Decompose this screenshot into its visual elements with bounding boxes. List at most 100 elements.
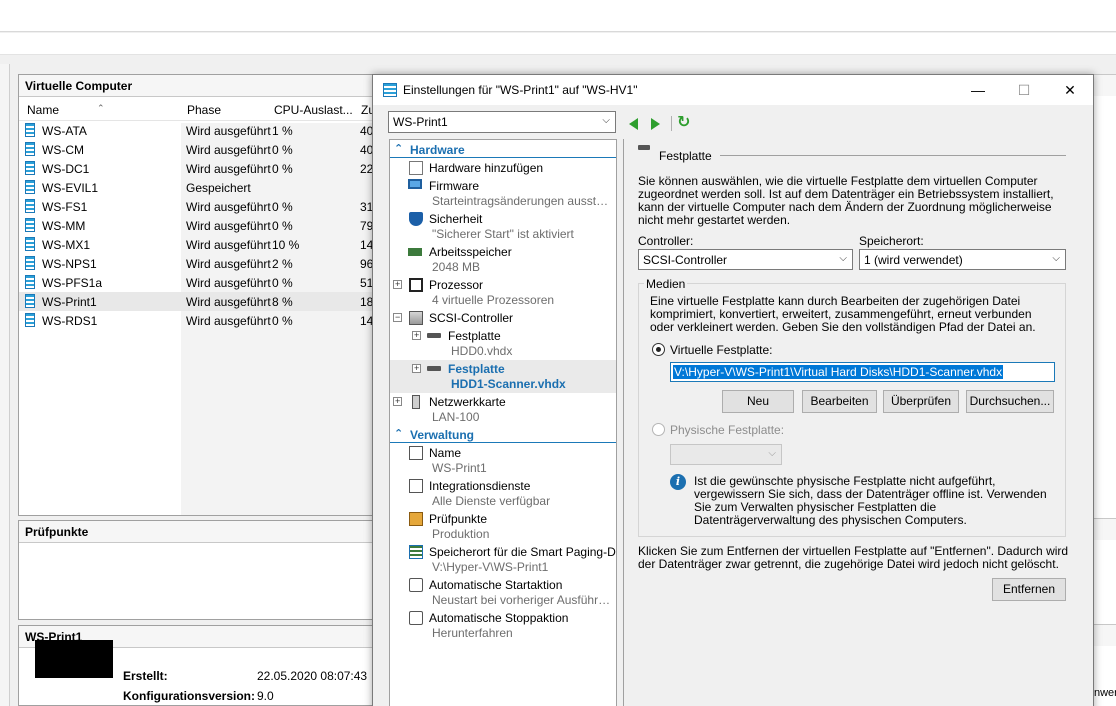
vm-phase: Wird ausgeführt bbox=[186, 162, 271, 176]
chevron-down-icon: ⌵ bbox=[602, 115, 610, 126]
section-title: Festplatte bbox=[659, 149, 712, 163]
col-header-phase[interactable]: Phase bbox=[187, 103, 221, 117]
tree-item-integration-services[interactable]: Integrationsdienste Alle Dienste verfügb… bbox=[390, 477, 616, 510]
expand-plus-icon[interactable]: + bbox=[412, 364, 421, 373]
manager-menu-band bbox=[0, 0, 1116, 32]
media-label: Medien bbox=[644, 277, 688, 291]
vm-panel-title: Virtuelle Computer bbox=[19, 75, 417, 97]
physical-disk-radio[interactable] bbox=[652, 423, 665, 436]
collapse-chevron-icon: ⌃ bbox=[394, 143, 404, 155]
management-section-header[interactable]: ⌃ Verwaltung bbox=[390, 426, 616, 443]
vm-icon bbox=[25, 313, 35, 327]
tree-item-auto-start[interactable]: Automatische Startaktion Neustart bei vo… bbox=[390, 576, 616, 609]
previous-arrow-icon[interactable] bbox=[629, 118, 638, 130]
vm-icon bbox=[25, 123, 35, 137]
memory-icon bbox=[408, 248, 422, 256]
virtual-disk-label: Virtuelle Festplatte: bbox=[670, 343, 773, 357]
smart-paging-icon bbox=[409, 545, 423, 559]
vm-phase: Wird ausgeführt bbox=[186, 295, 271, 309]
vm-icon bbox=[25, 237, 35, 251]
tree-item-hard-drive-0[interactable]: + Festplatte HDD0.vhdx bbox=[390, 327, 616, 360]
hard-drive-icon bbox=[427, 333, 441, 338]
processor-icon bbox=[409, 278, 423, 292]
tree-item-hard-drive-1[interactable]: + Festplatte HDD1-Scanner.vhdx bbox=[390, 360, 616, 393]
tree-item-network-adapter[interactable]: + Netzwerkkarte LAN-100 bbox=[390, 393, 616, 426]
location-select[interactable]: 1 (wird verwendet) ⌵ bbox=[859, 249, 1066, 270]
browse-button[interactable]: Durchsuchen... bbox=[966, 390, 1054, 413]
vm-icon bbox=[25, 294, 35, 308]
vm-row[interactable]: WS-MX1 Wird ausgeführt 10 % 14 bbox=[19, 235, 417, 254]
tree-item-processor[interactable]: + Prozessor 4 virtuelle Prozessoren bbox=[390, 276, 616, 309]
expand-plus-icon[interactable]: + bbox=[393, 280, 402, 289]
section-divider bbox=[720, 155, 1066, 156]
chevron-down-icon: ⌵ bbox=[1052, 253, 1060, 264]
vm-name: WS-MM bbox=[42, 219, 86, 233]
vm-name: WS-DC1 bbox=[42, 162, 90, 176]
tree-item-memory[interactable]: Arbeitsspeicher 2048 MB bbox=[390, 243, 616, 276]
tree-item-name[interactable]: Name WS-Print1 bbox=[390, 444, 616, 477]
tree-item-checkpoints[interactable]: Prüfpunkte Produktion bbox=[390, 510, 616, 543]
config-version-value: 9.0 bbox=[257, 689, 274, 703]
col-header-name[interactable]: Name bbox=[27, 103, 59, 117]
next-arrow-icon[interactable] bbox=[651, 118, 660, 130]
vm-name: WS-RDS1 bbox=[42, 314, 98, 328]
close-button[interactable]: ✕ bbox=[1047, 75, 1093, 105]
vm-row[interactable]: WS-EVIL1 Gespeichert bbox=[19, 178, 417, 197]
vm-cpu: 10 % bbox=[272, 238, 300, 252]
vm-row[interactable]: WS-MM Wird ausgeführt 0 % 79 bbox=[19, 216, 417, 235]
vm-cpu: 0 % bbox=[272, 276, 293, 290]
vm-row[interactable]: WS-RDS1 Wird ausgeführt 0 % 14 bbox=[19, 311, 417, 330]
vm-phase: Wird ausgeführt bbox=[186, 314, 271, 328]
maximize-button[interactable]: ☐ bbox=[1001, 75, 1047, 105]
controller-select[interactable]: SCSI-Controller ⌵ bbox=[638, 249, 853, 270]
vm-row[interactable]: WS-FS1 Wird ausgeführt 0 % 31 bbox=[19, 197, 417, 216]
auto-start-icon bbox=[409, 578, 423, 592]
vm-row[interactable]: WS-DC1 Wird ausgeführt 0 % 22 bbox=[19, 159, 417, 178]
vm-row[interactable]: WS-CM Wird ausgeführt 0 % 40 bbox=[19, 140, 417, 159]
vm-cpu: 0 % bbox=[272, 219, 293, 233]
expand-plus-icon[interactable]: + bbox=[393, 397, 402, 406]
edit-button[interactable]: Bearbeiten bbox=[802, 390, 877, 413]
media-description: Eine virtuelle Festplatte kann durch Bea… bbox=[650, 294, 1036, 334]
vm-cpu: 0 % bbox=[272, 314, 293, 328]
vm-phase: Wird ausgeführt bbox=[186, 219, 271, 233]
col-header-cpu[interactable]: CPU-Auslast... bbox=[274, 103, 353, 117]
tree-item-auto-stop[interactable]: Automatische Stoppaktion Herunterfahren bbox=[390, 609, 616, 642]
vm-select[interactable]: WS-Print1 ⌵ bbox=[388, 111, 616, 133]
expand-plus-icon[interactable]: + bbox=[412, 331, 421, 340]
tree-item-security[interactable]: Sicherheit "Sicherer Start" ist aktivier… bbox=[390, 210, 616, 243]
vm-list-panel: Virtuelle Computer Name ⌃ Phase CPU-Ausl… bbox=[18, 74, 418, 516]
vm-row[interactable]: WS-ATA Wird ausgeführt 1 % 40 bbox=[19, 121, 417, 140]
vm-row[interactable]: WS-PFS1a Wird ausgeführt 0 % 51 bbox=[19, 273, 417, 292]
created-label: Erstellt: bbox=[123, 669, 168, 683]
hard-drive-icon bbox=[638, 145, 650, 150]
new-button[interactable]: Neu bbox=[722, 390, 794, 413]
controller-label: Controller: bbox=[638, 234, 694, 248]
physical-disk-select[interactable]: ⌵ bbox=[670, 444, 782, 465]
minimize-button[interactable]: — bbox=[955, 75, 1001, 105]
dialog-titlebar[interactable]: Einstellungen für "WS-Print1" auf "WS-HV… bbox=[373, 75, 1093, 105]
created-value: 22.05.2020 08:07:43 bbox=[257, 669, 368, 683]
vm-icon bbox=[25, 256, 35, 270]
virtual-disk-radio[interactable] bbox=[652, 343, 665, 356]
vm-row-selected[interactable]: WS-Print1 Wird ausgeführt 8 % 18 bbox=[19, 292, 417, 311]
vm-phase: Wird ausgeführt bbox=[186, 238, 271, 252]
vm-icon bbox=[25, 218, 35, 232]
vm-icon bbox=[25, 180, 35, 194]
vm-thumbnail[interactable] bbox=[35, 640, 113, 678]
tree-item-smart-paging[interactable]: Speicherort für die Smart Paging-D... V:… bbox=[390, 543, 616, 576]
add-hardware-icon bbox=[409, 161, 423, 175]
vm-name: WS-Print1 bbox=[42, 295, 97, 309]
tree-item-firmware[interactable]: Firmware Starteintragsänderungen aussteh… bbox=[390, 177, 616, 210]
refresh-icon[interactable]: ↻ bbox=[677, 115, 690, 131]
vm-row[interactable]: WS-NPS1 Wird ausgeführt 2 % 96 bbox=[19, 254, 417, 273]
vm-cpu: 0 % bbox=[272, 162, 293, 176]
collapse-minus-icon[interactable]: − bbox=[393, 313, 402, 322]
remove-button[interactable]: Entfernen bbox=[992, 578, 1066, 601]
tree-item-scsi-controller[interactable]: − SCSI-Controller bbox=[390, 309, 616, 327]
settings-tree: ⌃ Hardware Hardware hinzufügen Firmware … bbox=[389, 139, 617, 706]
virtual-disk-path-input[interactable]: V:\Hyper-V\WS-Print1\Virtual Hard Disks\… bbox=[670, 362, 1055, 382]
inspect-button[interactable]: Überprüfen bbox=[883, 390, 959, 413]
hardware-section-header[interactable]: ⌃ Hardware bbox=[390, 141, 616, 158]
tree-item-add-hardware[interactable]: Hardware hinzufügen bbox=[390, 159, 616, 177]
